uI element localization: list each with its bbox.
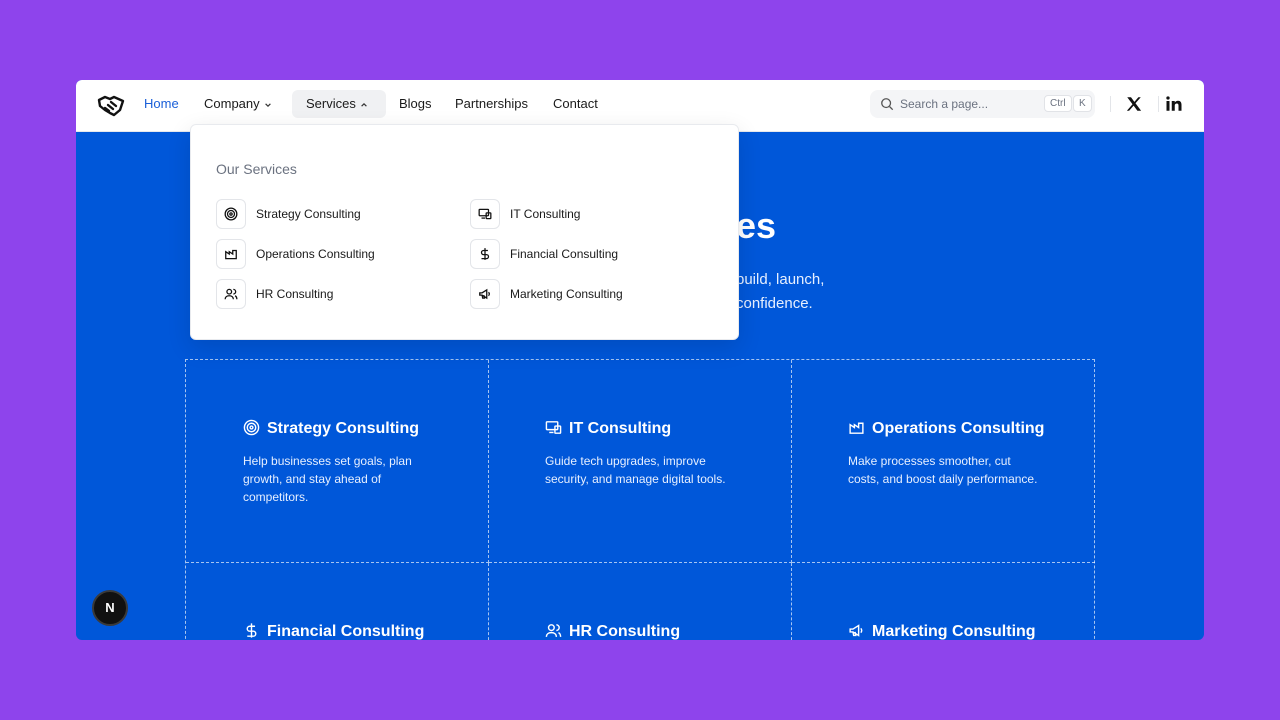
nav-contact[interactable]: Contact [553, 96, 598, 112]
devices-icon [470, 199, 500, 229]
chevron-up-icon [361, 102, 367, 107]
search-box[interactable]: Search a page... Ctrl K [870, 90, 1095, 118]
handshake-logo-icon[interactable] [96, 91, 126, 121]
hero-subtitle-line-2: confidence. [736, 295, 813, 312]
nav-company[interactable]: Company [204, 96, 272, 112]
chevron-down-icon [264, 102, 271, 107]
megaphone-icon [849, 624, 863, 637]
card-title: HR Consulting [545, 622, 680, 640]
dropdown-item-label: Marketing Consulting [510, 287, 623, 301]
target-icon [216, 199, 246, 229]
card-description: Guide tech upgrades, improve security, a… [545, 454, 726, 486]
kbd-k: K [1073, 95, 1092, 112]
nav-services[interactable]: Services [306, 96, 368, 112]
dollar-icon [246, 623, 257, 638]
browser-frame: es build, launch, confidence. Strategy C… [76, 80, 1204, 640]
dollar-icon [470, 239, 500, 269]
nav-services-button[interactable]: Services [292, 90, 386, 118]
target-icon [243, 419, 260, 436]
card-title: Marketing Consulting [848, 622, 1036, 640]
service-card[interactable]: Financial Consulting [186, 563, 489, 640]
service-card[interactable]: HR Consulting [489, 563, 792, 640]
service-card[interactable]: Strategy Consulting Help businesses set … [186, 360, 489, 563]
dropdown-item-label: HR Consulting [256, 287, 334, 301]
service-card[interactable]: IT Consulting Guide tech upgrades, impro… [489, 360, 792, 563]
card-description: Make processes smoother, cut costs, and … [848, 454, 1038, 486]
services-grid: Strategy Consulting Help businesses set … [185, 359, 1095, 640]
search-placeholder: Search a page... [900, 97, 989, 111]
dropdown-item-label: Operations Consulting [256, 247, 375, 261]
dropdown-item-operations[interactable]: Operations Consulting [216, 239, 456, 269]
factory-icon [849, 422, 864, 434]
dropdown-item-label: Strategy Consulting [256, 207, 361, 221]
devices-icon [545, 421, 562, 434]
x-twitter-icon[interactable] [1125, 95, 1143, 113]
users-icon [216, 279, 246, 309]
hero-subtitle-line-1: build, launch, [736, 271, 825, 288]
divider [1158, 96, 1159, 112]
nextjs-dev-badge[interactable]: N [92, 590, 128, 626]
factory-icon [216, 239, 246, 269]
dropdown-heading: Our Services [216, 161, 297, 177]
service-card[interactable]: Operations Consulting Make processes smo… [792, 360, 1095, 563]
dropdown-item-strategy[interactable]: Strategy Consulting [216, 199, 456, 229]
card-title: Strategy Consulting [243, 419, 419, 439]
card-title: Financial Consulting [243, 622, 424, 640]
dropdown-item-label: Financial Consulting [510, 247, 619, 261]
dropdown-item-hr[interactable]: HR Consulting [216, 279, 456, 309]
divider [1110, 96, 1111, 112]
nav-home[interactable]: Home [144, 96, 179, 112]
card-title: IT Consulting [545, 419, 671, 439]
nav-partnerships[interactable]: Partnerships [455, 96, 528, 112]
card-description: Help businesses set goals, plan growth, … [243, 454, 412, 504]
dropdown-item-label: IT Consulting [510, 207, 581, 221]
hero-subtitle: build, launch, confidence. [736, 268, 916, 316]
dropdown-item-marketing[interactable]: Marketing Consulting [470, 279, 710, 309]
services-dropdown: Our Services Strategy Consulting IT Cons… [190, 124, 739, 340]
search-icon [881, 98, 894, 111]
linkedin-icon[interactable] [1165, 95, 1183, 113]
users-icon [545, 624, 562, 637]
card-title: Operations Consulting [848, 419, 1044, 439]
dropdown-item-it[interactable]: IT Consulting [470, 199, 710, 229]
megaphone-icon [470, 279, 500, 309]
dropdown-item-financial[interactable]: Financial Consulting [470, 239, 710, 269]
hero-title: es [736, 205, 777, 246]
nav-blogs[interactable]: Blogs [399, 96, 432, 112]
service-card[interactable]: Marketing Consulting [792, 563, 1095, 640]
kbd-ctrl: Ctrl [1044, 95, 1072, 112]
